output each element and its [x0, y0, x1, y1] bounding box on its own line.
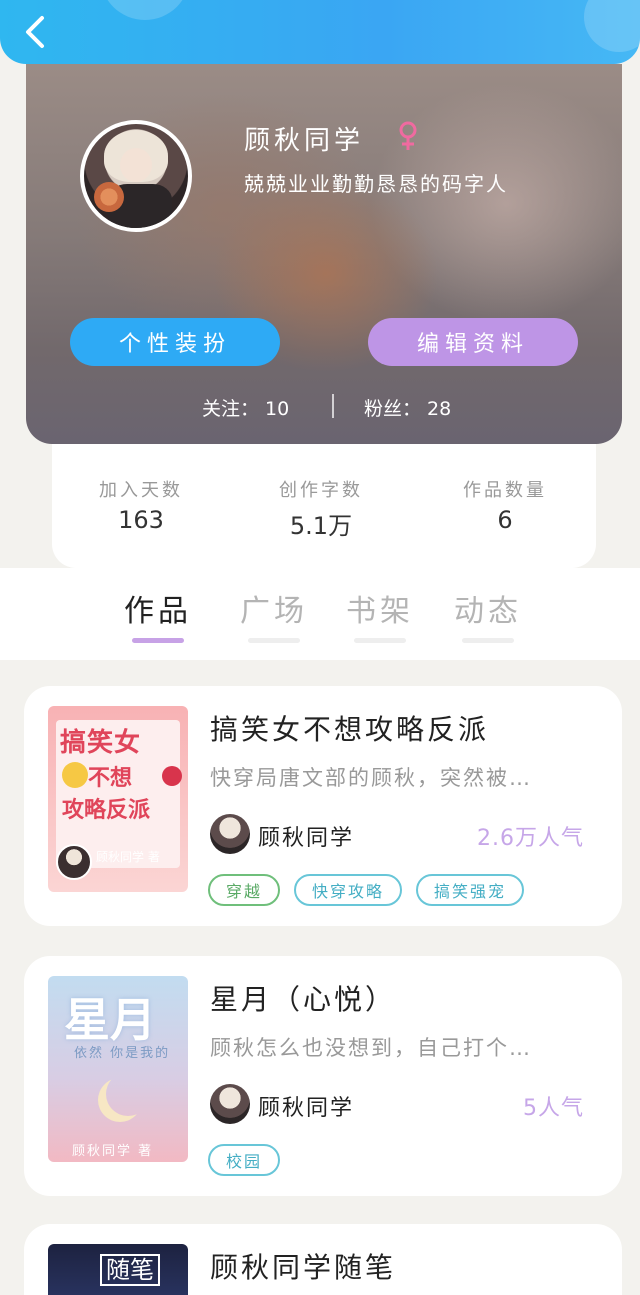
stat-value: 163	[118, 506, 164, 534]
tag-list: 穿越 快穿攻略 搞笑强宠	[208, 874, 525, 906]
avatar-flower	[94, 182, 124, 212]
heart-icon	[162, 766, 182, 786]
work-title[interactable]: 搞笑女不想攻略反派	[210, 708, 489, 748]
stat-join-days: 加入天数 163	[66, 476, 216, 534]
cover-text: 星月	[64, 993, 156, 1047]
popularity: 5人气	[523, 1096, 584, 1121]
back-button[interactable]	[18, 12, 54, 52]
cover-text: 依然 你是我的	[74, 1046, 171, 1061]
cover-text: 不想	[88, 766, 133, 791]
stat-value: 6	[497, 506, 513, 534]
stat-word-count: 创作字数 5.1万	[246, 476, 396, 541]
work-card[interactable]: 随笔 顾秋同学随笔	[24, 1224, 622, 1295]
tag-list: 校园	[208, 1144, 281, 1176]
avatar	[210, 1084, 250, 1124]
back-arrow-icon	[26, 16, 44, 48]
cover-author: 顾秋同学 著	[96, 850, 160, 864]
tab-square[interactable]: 广场	[240, 586, 308, 643]
work-card[interactable]: 搞笑女 不想 攻略反派 顾秋同学 著 搞笑女不想攻略反派 快穿局唐文部的顾秋，突…	[24, 686, 622, 926]
user-bio: 兢兢业业勤勤恳恳的码字人	[244, 172, 508, 196]
avatar-face	[120, 148, 152, 182]
avatar[interactable]	[80, 120, 192, 232]
work-title[interactable]: 顾秋同学随笔	[210, 1246, 396, 1286]
book-cover[interactable]: 搞笑女 不想 攻略反派 顾秋同学 著	[48, 706, 188, 892]
cover-text: 随笔	[100, 1254, 160, 1286]
stat-label: 作品数量	[463, 480, 547, 501]
fans-count[interactable]: 粉丝： 28	[364, 394, 451, 421]
work-title[interactable]: 星月（心悦）	[210, 978, 396, 1018]
tag[interactable]: 穿越	[208, 874, 281, 906]
personalize-button[interactable]: 个性装扮	[70, 318, 280, 366]
edit-profile-button[interactable]: 编辑资料	[368, 318, 578, 366]
stat-label: 创作字数	[279, 480, 363, 501]
decorative-bubble	[100, 0, 190, 20]
tab-label: 广场	[240, 594, 308, 629]
stat-value: 5.1万	[289, 512, 353, 540]
popularity: 2.6万人气	[477, 826, 584, 851]
tab-label: 书架	[346, 594, 414, 629]
cover-author: 顾秋同学 著	[72, 1144, 154, 1159]
stat-works-count: 作品数量 6	[430, 476, 580, 534]
avatar	[210, 814, 250, 854]
tab-bookshelf[interactable]: 书架	[346, 586, 414, 643]
following-count[interactable]: 关注： 10	[202, 394, 289, 421]
tab-label: 动态	[454, 594, 522, 629]
tab-indicator	[354, 638, 406, 643]
moon-icon	[106, 1072, 150, 1116]
cover-text: 攻略反派	[62, 798, 151, 823]
tag[interactable]: 快穿攻略	[294, 874, 403, 906]
tab-works[interactable]: 作品	[124, 586, 192, 643]
emoji-icon	[62, 762, 88, 788]
tab-indicator	[248, 638, 300, 643]
username: 顾秋同学	[244, 126, 365, 156]
work-author: 顾秋同学	[258, 1096, 355, 1121]
tag[interactable]: 校园	[208, 1144, 281, 1176]
profile-header: 顾秋同学 兢兢业业勤勤恳恳的码字人 个性装扮 编辑资料 关注： 10 粉丝： 2…	[26, 64, 622, 444]
decorative-bubble	[584, 0, 640, 52]
female-icon	[399, 121, 417, 150]
book-cover[interactable]: 随笔	[48, 1244, 188, 1295]
cover-avatar	[56, 844, 92, 880]
divider	[332, 394, 334, 418]
work-description: 快穿局唐文部的顾秋，突然被…	[210, 766, 532, 790]
stats-card: 加入天数 163 创作字数 5.1万 作品数量 6	[52, 444, 596, 568]
book-cover[interactable]: 星月 依然 你是我的 顾秋同学 著	[48, 976, 188, 1162]
tab-activity[interactable]: 动态	[454, 586, 522, 643]
tab-label: 作品	[124, 594, 192, 629]
tab-indicator	[132, 638, 184, 643]
work-description: 顾秋怎么也没想到，自己打个…	[210, 1036, 532, 1060]
cover-text: 搞笑女	[60, 728, 142, 758]
tab-indicator	[462, 638, 514, 643]
tag[interactable]: 搞笑强宠	[416, 874, 525, 906]
tab-bar: 作品 广场 书架 动态	[0, 568, 640, 660]
stat-label: 加入天数	[99, 480, 183, 501]
work-card[interactable]: 星月 依然 你是我的 顾秋同学 著 星月（心悦） 顾秋怎么也没想到，自己打个… …	[24, 956, 622, 1196]
work-author: 顾秋同学	[258, 826, 355, 851]
top-bar	[0, 0, 640, 64]
follow-stats: 关注： 10 粉丝： 28	[26, 390, 622, 422]
